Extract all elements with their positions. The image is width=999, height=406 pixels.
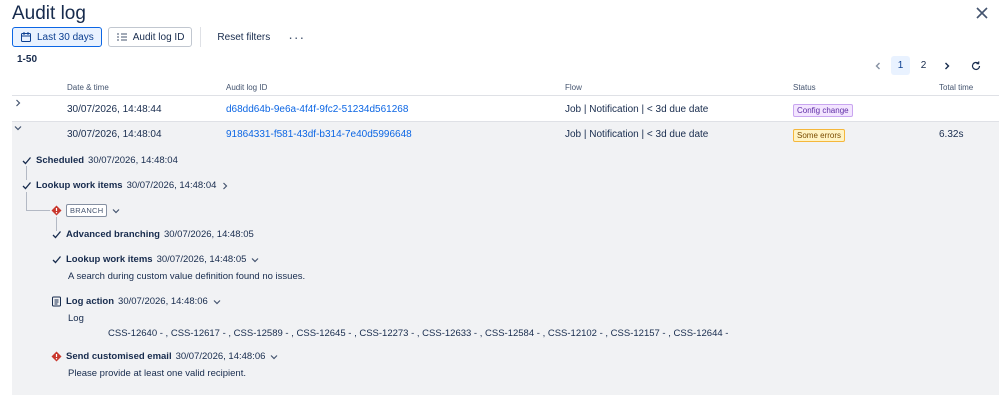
audit-log-id-link[interactable]: 91864331-f581-43df-b314-7e40d5996648 xyxy=(226,129,412,140)
audit-log-id-filter-label: Audit log ID xyxy=(132,31,185,43)
column-header-date[interactable]: Date & time xyxy=(67,83,109,92)
page-2-button[interactable]: 2 xyxy=(914,56,933,75)
chevron-right-icon[interactable] xyxy=(220,181,230,191)
date-range-filter-button[interactable]: Last 30 days xyxy=(12,27,102,47)
log-sub-label: Log xyxy=(68,313,84,324)
chevron-left-icon xyxy=(875,62,880,69)
page-title: Audit log xyxy=(12,3,86,24)
connector-line xyxy=(26,192,27,211)
next-page-button[interactable] xyxy=(937,56,956,75)
audit-log-id-link[interactable]: d68dd64b-9e6a-4f4f-9fc2-51234d561268 xyxy=(226,104,408,115)
chevron-right-icon xyxy=(944,62,949,69)
filter-list-icon xyxy=(116,33,127,41)
step-label: Lookup work items xyxy=(66,254,153,265)
date-range-filter-label: Last 30 days xyxy=(37,31,94,43)
previous-page-button[interactable] xyxy=(868,56,887,75)
chevron-down-icon[interactable] xyxy=(111,206,121,216)
row-total-time: 6.32s xyxy=(939,129,964,140)
step-advanced-branching: Advanced branching 30/07/2026, 14:48:05 xyxy=(51,229,254,240)
step-label: Send customised email xyxy=(66,351,172,362)
refresh-button[interactable] xyxy=(966,56,985,75)
row-date: 30/07/2026, 14:48:04 xyxy=(67,129,162,140)
step-message: A search during custom value definition … xyxy=(68,271,306,282)
calendar-icon xyxy=(21,32,31,42)
step-label: Lookup work items xyxy=(36,180,123,191)
reset-filters-button[interactable]: Reset filters xyxy=(209,27,278,47)
refresh-icon xyxy=(971,60,980,70)
log-document-icon xyxy=(52,296,61,307)
more-actions-icon[interactable]: ··· xyxy=(284,30,309,44)
step-label: Log action xyxy=(66,296,115,307)
step-scheduled: Scheduled 30/07/2026, 14:48:04 xyxy=(21,155,178,166)
step-label: Advanced branching xyxy=(66,229,160,240)
step-label: Scheduled xyxy=(36,155,85,166)
step-timestamp: 30/07/2026, 14:48:05 xyxy=(156,254,247,265)
audit-log-detail-panel: Scheduled 30/07/2026, 14:48:04 Lookup wo… xyxy=(12,147,999,395)
close-icon[interactable] xyxy=(973,4,991,22)
column-header-flow[interactable]: Flow xyxy=(565,83,582,92)
row-flow: Job | Notification | < 3d due date xyxy=(565,104,709,115)
row-flow: Job | Notification | < 3d due date xyxy=(565,129,709,140)
pagination: 1 2 xyxy=(868,56,985,75)
audit-log-id-filter-button[interactable]: Audit log ID xyxy=(107,27,193,47)
step-timestamp: 30/07/2026, 14:48:06 xyxy=(175,351,266,362)
checkmark-icon xyxy=(52,231,61,239)
chevron-down-icon[interactable] xyxy=(212,297,222,307)
table-row[interactable]: 30/07/2026, 14:48:44 d68dd64b-9e6a-4f4f-… xyxy=(12,97,999,122)
result-range-label: 1-50 xyxy=(17,54,38,65)
error-icon xyxy=(51,205,62,216)
toolbar: Last 30 days Audit log ID Reset filters … xyxy=(12,27,309,47)
step-timestamp: 30/07/2026, 14:48:06 xyxy=(118,296,208,307)
status-badge: Some errors xyxy=(793,129,846,142)
step-timestamp: 30/07/2026, 14:48:05 xyxy=(163,229,254,240)
column-header-audit-log-id[interactable]: Audit log ID xyxy=(226,83,267,92)
log-message: CSS-12640 - , CSS-12617 - , CSS-12589 - … xyxy=(108,328,729,339)
step-branch: BRANCH xyxy=(51,204,121,217)
error-icon xyxy=(51,351,62,362)
chevron-right-icon[interactable] xyxy=(12,97,24,109)
chevron-down-icon[interactable] xyxy=(250,255,260,265)
step-log-action: Log action 30/07/2026, 14:48:06 xyxy=(51,296,222,307)
step-lookup-work-items: Lookup work items 30/07/2026, 14:48:04 xyxy=(21,180,230,191)
table-row[interactable]: 30/07/2026, 14:48:04 91864331-f581-43df-… xyxy=(12,122,999,147)
connector-line xyxy=(26,166,27,180)
chevron-down-icon[interactable] xyxy=(269,352,279,362)
step-send-customised-email: Send customised email 30/07/2026, 14:48:… xyxy=(51,351,279,362)
row-date: 30/07/2026, 14:48:44 xyxy=(67,104,162,115)
page-1-button[interactable]: 1 xyxy=(891,56,910,75)
step-message: Please provide at least one valid recipi… xyxy=(68,368,246,379)
step-timestamp: 30/07/2026, 14:48:04 xyxy=(126,180,217,191)
status-badge: Config change xyxy=(793,104,853,117)
toolbar-divider xyxy=(200,27,202,47)
table-header: Date & time Audit log ID Flow Status Tot… xyxy=(12,79,999,96)
step-lookup-work-items: Lookup work items 30/07/2026, 14:48:05 xyxy=(51,254,260,265)
step-timestamp: 30/07/2026, 14:48:04 xyxy=(88,155,178,166)
branch-tag: BRANCH xyxy=(66,204,108,217)
column-header-status[interactable]: Status xyxy=(793,83,816,92)
checkmark-icon xyxy=(22,182,31,190)
checkmark-icon xyxy=(52,256,61,264)
connector-line xyxy=(26,210,50,211)
checkmark-icon xyxy=(22,157,31,165)
chevron-down-icon[interactable] xyxy=(12,122,24,134)
column-header-total-time[interactable]: Total time xyxy=(939,83,973,92)
